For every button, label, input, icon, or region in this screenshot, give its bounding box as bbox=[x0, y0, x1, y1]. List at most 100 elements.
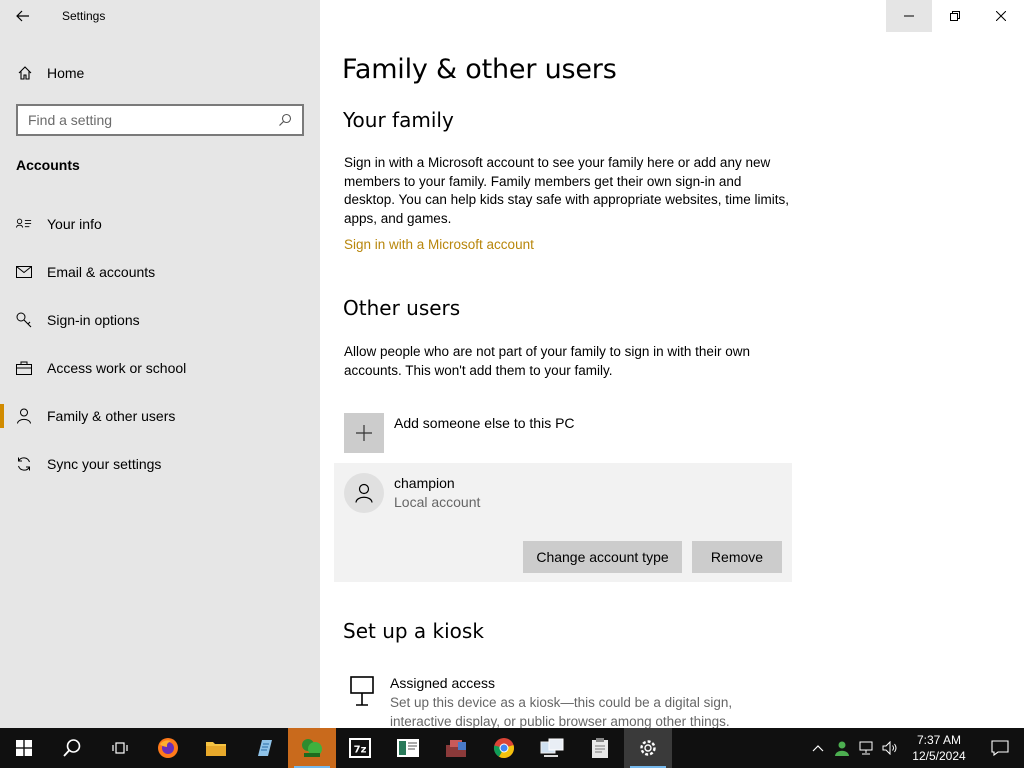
plus-icon bbox=[356, 425, 372, 441]
sidebar-item-label: Access work or school bbox=[47, 360, 187, 376]
windows-logo-icon bbox=[16, 740, 32, 756]
taskbar-7zip[interactable]: 7z bbox=[336, 728, 384, 768]
tray-volume-button[interactable] bbox=[878, 728, 902, 768]
your-family-heading: Your family bbox=[343, 108, 454, 132]
assigned-access-description: Set up this device as a kiosk—this could… bbox=[390, 695, 733, 728]
assigned-access-title: Assigned access bbox=[390, 675, 496, 691]
sidebar-nav: Your info Email & accounts Sign-in optio… bbox=[0, 200, 320, 488]
restore-button[interactable] bbox=[932, 0, 978, 32]
taskbar-notepad-app[interactable] bbox=[240, 728, 288, 768]
search-icon bbox=[279, 113, 292, 126]
main-content: Family & other users Your family Sign in… bbox=[320, 0, 1024, 728]
microsoft-signin-link[interactable]: Sign in with a Microsoft account bbox=[344, 237, 534, 252]
taskbar-settings[interactable] bbox=[624, 728, 672, 768]
restore-icon bbox=[950, 11, 960, 21]
back-arrow-icon bbox=[16, 10, 29, 22]
sidebar-item-access-work[interactable]: Access work or school bbox=[0, 344, 320, 392]
taskbar-clock[interactable]: 7:37 AM 12/5/2024 bbox=[902, 732, 976, 764]
firefox-icon bbox=[158, 738, 178, 758]
sidebar-item-label: Your info bbox=[47, 216, 102, 232]
gear-icon bbox=[640, 740, 656, 756]
sidebar-item-family[interactable]: Family & other users bbox=[0, 392, 320, 440]
assigned-access-item[interactable]: Assigned access Set up this device as a … bbox=[348, 674, 770, 728]
sidebar-item-label: Family & other users bbox=[47, 408, 176, 424]
taskbar-game-app[interactable] bbox=[288, 728, 336, 768]
home-icon bbox=[18, 66, 32, 80]
sidebar-item-sign-in-options[interactable]: Sign-in options bbox=[0, 296, 320, 344]
notification-center-button[interactable] bbox=[976, 728, 1024, 768]
taskbar-clipboard-app[interactable] bbox=[576, 728, 624, 768]
your-family-description: Sign in with a Microsoft account to see … bbox=[344, 155, 789, 226]
back-button[interactable] bbox=[0, 0, 46, 32]
kiosk-heading: Set up a kiosk bbox=[343, 619, 484, 643]
other-users-description: Allow people who are not part of your fa… bbox=[344, 344, 750, 378]
taskbar-chrome[interactable] bbox=[480, 728, 528, 768]
sidebar: Settings Home Accounts Your info Email &… bbox=[0, 0, 320, 728]
svg-text:7z: 7z bbox=[354, 745, 367, 756]
close-button[interactable] bbox=[978, 0, 1024, 32]
sync-icon bbox=[16, 456, 32, 472]
notification-icon bbox=[991, 740, 1009, 756]
mail-icon bbox=[16, 264, 32, 280]
archive-app-icon bbox=[446, 740, 466, 757]
tray-overflow-button[interactable] bbox=[806, 728, 830, 768]
taskbar-search-button[interactable] bbox=[48, 728, 96, 768]
kiosk-icon bbox=[350, 676, 374, 706]
add-user-label: Add someone else to this PC bbox=[394, 415, 575, 431]
add-user-button[interactable]: Add someone else to this PC bbox=[344, 413, 575, 453]
remove-button[interactable]: Remove bbox=[692, 541, 782, 573]
search-box[interactable] bbox=[16, 104, 304, 136]
task-view-button[interactable] bbox=[96, 728, 144, 768]
start-button[interactable] bbox=[0, 728, 48, 768]
sidebar-item-sync[interactable]: Sync your settings bbox=[0, 440, 320, 488]
change-account-type-button[interactable]: Change account type bbox=[523, 541, 682, 573]
volume-icon bbox=[882, 741, 897, 755]
7zip-icon: 7z bbox=[349, 738, 371, 758]
taskbar-document-app[interactable] bbox=[384, 728, 432, 768]
close-icon bbox=[996, 11, 1006, 21]
notepad-icon bbox=[258, 740, 272, 756]
chrome-icon bbox=[493, 738, 514, 759]
person-icon bbox=[16, 408, 32, 424]
other-users-heading: Other users bbox=[343, 296, 461, 320]
clipboard-icon bbox=[592, 738, 608, 758]
search-input[interactable] bbox=[28, 112, 278, 128]
network-app-icon bbox=[540, 738, 564, 757]
sidebar-item-label: Email & accounts bbox=[47, 264, 156, 280]
game-app-icon bbox=[302, 739, 322, 757]
home-label: Home bbox=[47, 65, 85, 81]
sidebar-item-home[interactable]: Home bbox=[0, 56, 320, 90]
sidebar-item-label: Sign-in options bbox=[47, 312, 140, 328]
add-tile bbox=[344, 413, 384, 453]
active-indicator bbox=[0, 404, 4, 428]
taskbar-network-app[interactable] bbox=[528, 728, 576, 768]
network-icon bbox=[859, 741, 873, 755]
sidebar-item-your-info[interactable]: Your info bbox=[0, 200, 320, 248]
briefcase-icon bbox=[16, 360, 32, 376]
tray-network-button[interactable] bbox=[854, 728, 878, 768]
sidebar-item-label: Sync your settings bbox=[47, 456, 162, 472]
taskbar-file-explorer[interactable] bbox=[192, 728, 240, 768]
minimize-button[interactable] bbox=[886, 0, 932, 32]
user-account-type: Local account bbox=[394, 494, 481, 510]
system-tray: 7:37 AM 12/5/2024 bbox=[806, 728, 1024, 768]
tray-user-icon[interactable] bbox=[830, 728, 854, 768]
section-title-accounts: Accounts bbox=[16, 157, 80, 173]
sidebar-item-email-accounts[interactable]: Email & accounts bbox=[0, 248, 320, 296]
taskbar-firefox[interactable] bbox=[144, 728, 192, 768]
taskbar-archive-app[interactable] bbox=[432, 728, 480, 768]
folder-icon bbox=[206, 742, 226, 756]
document-app-icon bbox=[397, 739, 419, 757]
window-title: Settings bbox=[62, 9, 106, 23]
taskbar: 7z 7:37 AM 12/5/2024 bbox=[0, 728, 1024, 768]
title-bar: Settings bbox=[0, 0, 320, 32]
key-icon bbox=[16, 312, 32, 328]
user-card[interactable]: champion Local account Change account ty… bbox=[334, 463, 792, 582]
clock-date: 12/5/2024 bbox=[912, 749, 966, 763]
search-icon bbox=[63, 739, 81, 757]
avatar bbox=[344, 473, 384, 513]
window-controls bbox=[886, 0, 1024, 32]
user-name: champion bbox=[394, 475, 455, 491]
person-card-icon bbox=[16, 216, 32, 232]
chevron-up-icon bbox=[812, 745, 824, 752]
